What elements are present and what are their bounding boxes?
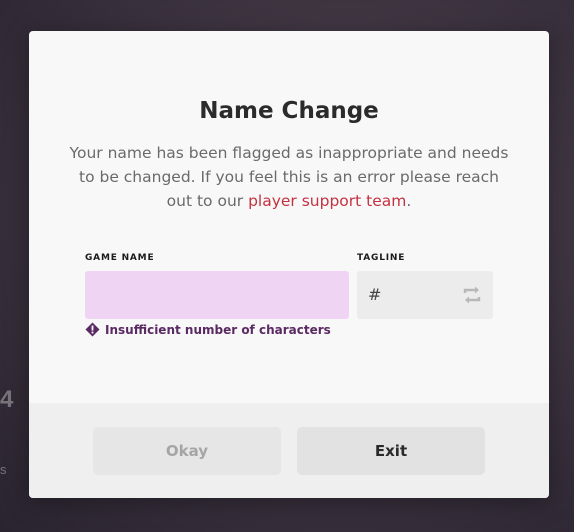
- description-suffix: .: [406, 192, 412, 210]
- dialog-title: Name Change: [199, 98, 379, 124]
- name-change-dialog: Name Change Your name has been flagged a…: [29, 31, 549, 498]
- player-support-link[interactable]: player support team: [248, 192, 406, 210]
- game-name-input[interactable]: [85, 271, 349, 319]
- exit-button[interactable]: Exit: [297, 427, 485, 475]
- dialog-footer: Okay Exit: [29, 403, 549, 498]
- tagline-label: TAGLINE: [357, 253, 406, 263]
- tagline-hash-prefix: #: [368, 285, 382, 304]
- warning-icon: [85, 322, 100, 337]
- randomize-tagline-icon[interactable]: [461, 284, 483, 306]
- game-name-label: GAME NAME: [85, 253, 155, 263]
- tagline-input[interactable]: [385, 271, 457, 319]
- background-text-large: 4: [0, 386, 14, 413]
- okay-button[interactable]: Okay: [93, 427, 281, 475]
- tagline-field: #: [357, 271, 493, 319]
- error-text: Insufficient number of characters: [105, 322, 331, 337]
- error-message: Insufficient number of characters: [85, 322, 331, 337]
- background-text-small: s: [0, 462, 7, 477]
- dialog-description: Your name has been flagged as inappropri…: [69, 141, 509, 213]
